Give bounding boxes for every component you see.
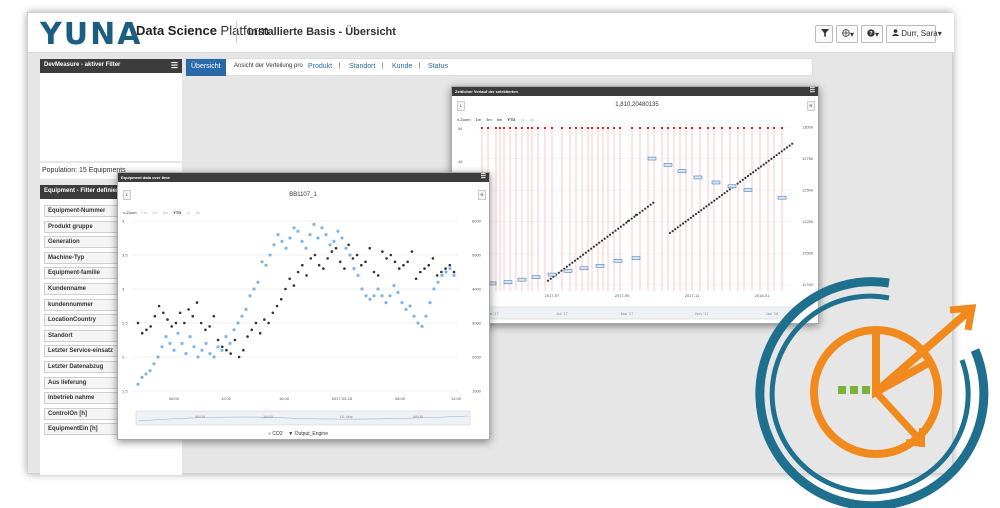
emblem-dial	[810, 304, 977, 458]
emblem-dots	[838, 386, 870, 394]
analytics-emblem-icon	[755, 277, 989, 508]
emblem-rings	[755, 277, 989, 508]
stage: YUNA Data Science Platform Installierte …	[0, 0, 1000, 508]
